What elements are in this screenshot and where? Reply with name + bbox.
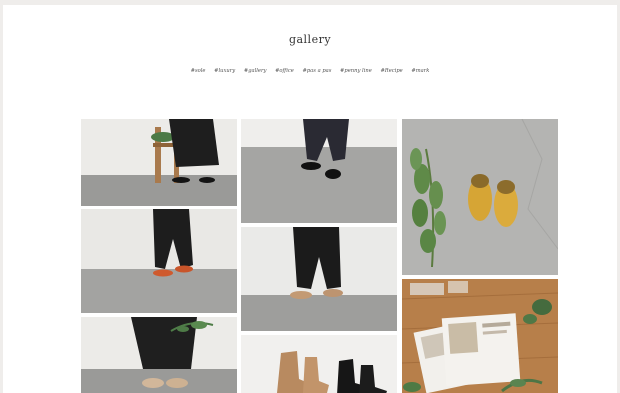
tag-link-recipe[interactable]: #Recipe bbox=[380, 68, 402, 74]
photo-grid bbox=[81, 119, 558, 393]
photo-wood-table-prints[interactable] bbox=[402, 279, 558, 393]
tag-link-sole[interactable]: #sole bbox=[191, 68, 206, 74]
tag-link-luxury[interactable]: #luxury bbox=[214, 68, 235, 74]
tag-link-gallery[interactable]: #gallery bbox=[244, 68, 267, 74]
page-title: gallery bbox=[288, 33, 332, 46]
photo-black-trousers-stool[interactable] bbox=[81, 119, 237, 206]
photo-black-loafers[interactable] bbox=[241, 119, 397, 223]
tag-link-office[interactable]: #office bbox=[275, 68, 294, 74]
photo-beige-shoes-plant[interactable] bbox=[81, 317, 237, 393]
tag-link-pas-a-pas[interactable]: #pas a pas bbox=[303, 68, 332, 74]
photo-ankle-boots[interactable] bbox=[241, 335, 397, 393]
tag-link-mark[interactable]: #mark bbox=[411, 68, 429, 74]
photo-orange-flats[interactable] bbox=[81, 209, 237, 313]
tag-link-penny-line[interactable]: #penny line bbox=[340, 68, 372, 74]
photo-tan-slides[interactable] bbox=[241, 227, 397, 331]
gallery-page: gallery #sole #luxury #gallery #office #… bbox=[3, 5, 617, 393]
photo-mustard-sandals[interactable] bbox=[402, 119, 558, 275]
tag-nav: #sole #luxury #gallery #office #pas a pa… bbox=[3, 68, 617, 74]
